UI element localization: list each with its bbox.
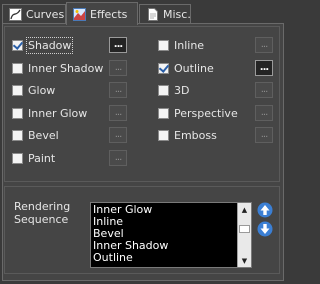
tab-effects[interactable]: Effects bbox=[66, 2, 138, 25]
shadow-checkbox[interactable]: Shadow bbox=[12, 35, 74, 55]
checkbox-box[interactable] bbox=[12, 107, 23, 119]
checkbox-box[interactable] bbox=[158, 107, 169, 119]
arrow-down-icon bbox=[257, 221, 273, 237]
checkbox-box[interactable] bbox=[12, 129, 23, 141]
move-up-button[interactable] bbox=[257, 202, 273, 218]
effects-icon bbox=[73, 7, 86, 21]
tab-effects-label: Effects bbox=[90, 7, 128, 21]
inline-options-button[interactable]: ... bbox=[255, 37, 273, 53]
paint-checkbox[interactable]: Paint bbox=[12, 148, 55, 168]
checkbox-label: Perspective bbox=[174, 106, 238, 120]
bevel-checkbox[interactable]: Bevel bbox=[12, 125, 59, 145]
shadow-options-button[interactable]: ... bbox=[109, 37, 127, 53]
tab-misc-label: Misc. bbox=[163, 8, 191, 21]
checkbox-label: Shadow bbox=[25, 36, 74, 54]
outline-options-button[interactable]: ... bbox=[255, 60, 273, 76]
3d-checkbox[interactable]: 3D bbox=[158, 80, 189, 100]
arrow-up-icon bbox=[257, 202, 273, 218]
perspective-options-button[interactable]: ... bbox=[255, 105, 273, 121]
inner-shadow-checkbox[interactable]: Inner Shadow bbox=[12, 58, 103, 78]
checkbox-label: 3D bbox=[174, 83, 190, 97]
scroll-down-icon[interactable]: ▼ bbox=[238, 254, 251, 267]
document-icon bbox=[146, 8, 159, 21]
perspective-checkbox[interactable]: Perspective bbox=[158, 103, 238, 123]
3d-options-button[interactable]: ... bbox=[255, 82, 273, 98]
inline-checkbox[interactable]: Inline bbox=[158, 35, 204, 55]
tab-curves-label: Curves bbox=[26, 8, 65, 21]
checkbox-label: Glow bbox=[28, 83, 56, 97]
checkbox-box[interactable] bbox=[158, 62, 169, 74]
checkbox-box[interactable] bbox=[12, 39, 23, 51]
emboss-checkbox[interactable]: Emboss bbox=[158, 125, 217, 145]
checkbox-box[interactable] bbox=[158, 129, 169, 141]
checkbox-box[interactable] bbox=[12, 152, 23, 164]
move-down-button[interactable] bbox=[257, 221, 273, 237]
tab-curves[interactable]: Curves bbox=[2, 4, 66, 24]
list-item[interactable]: Outline bbox=[93, 252, 251, 264]
checkbox-label: Inner Shadow bbox=[28, 61, 104, 75]
checkbox-label: Outline bbox=[174, 61, 214, 75]
rendering-sequence-list[interactable]: Inner Glow Inline Bevel Inner Shadow Out… bbox=[90, 202, 252, 268]
tab-misc[interactable]: Misc. bbox=[139, 4, 191, 24]
scroll-thumb[interactable] bbox=[239, 225, 250, 233]
checkbox-label: Inner Glow bbox=[28, 106, 88, 120]
glow-options-button[interactable]: ... bbox=[109, 82, 127, 98]
checkbox-box[interactable] bbox=[12, 62, 23, 74]
scroll-up-icon[interactable]: ▲ bbox=[238, 203, 251, 216]
bevel-options-button[interactable]: ... bbox=[109, 127, 127, 143]
checkbox-label: Paint bbox=[28, 151, 56, 165]
emboss-options-button[interactable]: ... bbox=[255, 127, 273, 143]
inner-shadow-options-button[interactable]: ... bbox=[109, 60, 127, 76]
inner-glow-options-button[interactable]: ... bbox=[109, 105, 127, 121]
inner-glow-checkbox[interactable]: Inner Glow bbox=[12, 103, 87, 123]
rendering-sequence-label: Rendering Sequence bbox=[14, 200, 71, 226]
checkbox-label: Emboss bbox=[174, 128, 217, 142]
paint-options-button[interactable]: ... bbox=[109, 150, 127, 166]
outline-checkbox[interactable]: Outline bbox=[158, 58, 214, 78]
checkbox-label: Bevel bbox=[28, 128, 59, 142]
checkbox-label: Inline bbox=[174, 38, 205, 52]
list-scrollbar[interactable]: ▲ ▼ bbox=[237, 203, 251, 267]
checkbox-box[interactable] bbox=[12, 84, 23, 96]
glow-checkbox[interactable]: Glow bbox=[12, 80, 55, 100]
curves-icon bbox=[9, 8, 22, 21]
checkbox-box[interactable] bbox=[158, 84, 169, 96]
checkbox-box[interactable] bbox=[158, 39, 169, 51]
